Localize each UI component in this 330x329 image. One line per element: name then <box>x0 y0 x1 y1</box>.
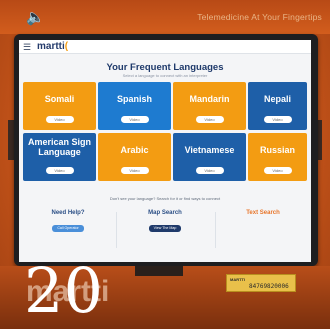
language-tile-vietnamese[interactable]: Vietnamese Video <box>173 133 246 181</box>
language-tile-nepali[interactable]: Nepali Video <box>248 82 307 130</box>
language-tile-arabic[interactable]: Arabic Video <box>98 133 171 181</box>
serial-label-heading: MARTTI <box>230 277 246 282</box>
need-help-title: Need Help? <box>51 210 85 216</box>
language-name: Spanish <box>116 94 152 104</box>
page-subtitle: Select a language to connect with an int… <box>122 73 208 78</box>
video-call-button[interactable]: Video <box>45 167 74 174</box>
kiosk-tagline: Telemedicine At Your Fingertips <box>197 12 322 22</box>
map-search-title: Map Search <box>148 210 182 216</box>
text-search-title[interactable]: Text Search <box>222 210 304 216</box>
language-name: Russian <box>259 145 295 155</box>
kiosk-housing: 🔈 Telemedicine At Your Fingertips ☰ mart… <box>0 0 330 329</box>
text-search-option[interactable]: Text Search <box>222 210 304 216</box>
option-divider <box>116 212 117 248</box>
page-title: Your Frequent Languages <box>106 62 224 73</box>
video-call-button[interactable]: Video <box>195 167 224 174</box>
device-stand <box>135 266 183 276</box>
language-tile-somali[interactable]: Somali Video <box>23 82 96 130</box>
serial-number-label: MARTTI 84769820006 <box>226 274 296 292</box>
language-tile-asl[interactable]: American Sign Language Video <box>23 133 96 181</box>
martti-logo: martti( <box>37 41 69 52</box>
video-call-button[interactable]: Video <box>263 116 292 123</box>
app-bar: ☰ martti( <box>19 40 311 54</box>
language-name: Nepali <box>263 94 291 104</box>
hamburger-menu-icon[interactable]: ☰ <box>23 42 31 52</box>
language-name: American Sign Language <box>27 137 92 157</box>
serial-number: 84769820006 <box>249 283 289 290</box>
need-help-option: Need Help? Call Operator <box>27 210 109 234</box>
language-tile-russian[interactable]: Russian Video <box>248 133 307 181</box>
tablet-screen: ☰ martti( Your Frequent Languages Select… <box>19 40 311 262</box>
language-name: Vietnamese <box>184 145 235 155</box>
map-search-option: Map Search View The Map <box>124 210 206 234</box>
view-map-button[interactable]: View The Map <box>148 225 182 232</box>
language-name: Arabic <box>120 145 149 155</box>
speaker-icon: 🔈 <box>26 9 45 26</box>
language-name: Mandarin <box>189 94 230 104</box>
call-operator-button[interactable]: Call Operator <box>52 225 84 232</box>
option-divider <box>215 212 216 248</box>
video-call-button[interactable]: Video <box>195 116 224 123</box>
language-tile-mandarin[interactable]: Mandarin Video <box>173 82 246 130</box>
language-tile-spanish[interactable]: Spanish Video <box>98 82 171 130</box>
video-call-button[interactable]: Video <box>120 167 149 174</box>
language-name: Somali <box>44 94 75 104</box>
video-call-button[interactable]: Video <box>263 167 292 174</box>
video-call-button[interactable]: Video <box>45 116 74 123</box>
language-help-text: Don't see your language? Search for it o… <box>109 196 221 201</box>
video-call-button[interactable]: Video <box>120 116 149 123</box>
number-overlay: 20 <box>24 254 103 327</box>
